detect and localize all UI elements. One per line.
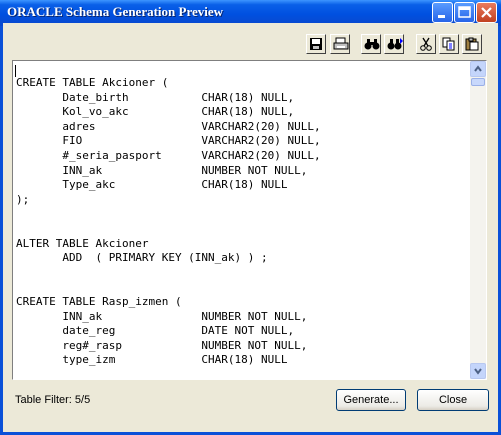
code-line: reg#_rasp NUMBER NOT NULL, <box>16 338 308 352</box>
window-title: ORACLE Schema Generation Preview <box>7 4 224 19</box>
code-line: #_seria_pasport VARCHAR2(20) NULL, <box>16 148 321 162</box>
code-line: adres VARCHAR2(20) NULL, <box>16 119 321 133</box>
generate-button[interactable]: Generate... <box>336 389 406 411</box>
dialog-body: CREATE TABLE Akcioner ( Date_birth CHAR(… <box>3 23 498 432</box>
scissors-icon <box>420 37 432 51</box>
code-line: ); <box>16 192 30 206</box>
code-line: date_reg DATE NOT NULL, <box>16 324 295 338</box>
code-line: Date_birth CHAR(18) NULL, <box>16 90 295 104</box>
minimize-button[interactable] <box>432 2 453 23</box>
code-line: INN_ak NUMBER NOT NULL, <box>16 309 308 323</box>
copy-icon <box>442 37 455 51</box>
code-line: INN_ak NUMBER NOT NULL, <box>16 163 308 177</box>
code-line: ADD ( PRIMARY KEY (INN_ak) ) ; <box>16 251 268 265</box>
find-button[interactable] <box>361 34 381 54</box>
chevron-down-icon <box>474 368 482 375</box>
paste-button[interactable] <box>462 34 482 54</box>
scroll-up-button[interactable] <box>470 61 486 77</box>
print-button[interactable] <box>330 34 350 54</box>
schema-preview-window: ORACLE Schema Generation Preview CREATE … <box>0 0 501 435</box>
code-line: type_izm CHAR(18) NULL <box>16 353 288 367</box>
code-line: ALTER TABLE Akcioner <box>16 236 149 250</box>
save-icon <box>310 38 322 50</box>
sql-code[interactable]: CREATE TABLE Akcioner ( Date_birth CHAR(… <box>16 76 466 376</box>
find-next-button[interactable] <box>384 34 404 54</box>
chevron-up-icon <box>474 65 482 72</box>
close-button[interactable]: Close <box>417 389 489 411</box>
close-window-button[interactable] <box>476 2 497 23</box>
copy-button[interactable] <box>439 34 459 54</box>
scroll-down-button[interactable] <box>470 363 486 379</box>
code-line: CREATE TABLE Akcioner ( <box>16 76 169 89</box>
code-line: Kol_vo_akc CHAR(18) NULL, <box>16 105 295 119</box>
code-line: CREATE TABLE Rasp_izmen ( <box>16 294 182 308</box>
close-icon <box>481 7 492 18</box>
minimize-icon <box>438 15 445 18</box>
print-icon <box>333 37 349 50</box>
code-line: FIO VARCHAR2(20) NULL, <box>16 134 321 148</box>
table-filter-status: Table Filter: 5/5 <box>15 394 91 406</box>
vertical-scrollbar[interactable] <box>470 61 486 379</box>
code-line: Type_akc CHAR(18) NULL <box>16 178 288 192</box>
save-button[interactable] <box>306 34 326 54</box>
cut-button[interactable] <box>416 34 436 54</box>
paste-icon <box>465 37 479 51</box>
sql-preview-editor[interactable]: CREATE TABLE Akcioner ( Date_birth CHAR(… <box>12 60 487 380</box>
find-next-icon <box>387 38 403 50</box>
scroll-thumb[interactable] <box>471 78 485 86</box>
binoculars-icon <box>364 39 380 50</box>
maximize-button[interactable] <box>454 2 475 23</box>
maximize-icon <box>458 6 471 18</box>
